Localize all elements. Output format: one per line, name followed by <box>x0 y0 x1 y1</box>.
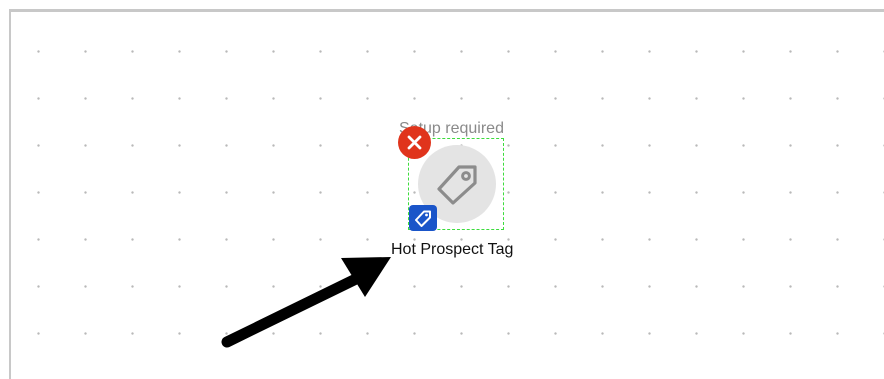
node-type-badge <box>409 205 437 231</box>
tag-icon <box>415 210 431 227</box>
close-icon <box>407 135 422 150</box>
node-label[interactable]: Hot Prospect Tag <box>391 240 513 260</box>
arrow-icon <box>221 257 391 348</box>
remove-node-button[interactable] <box>398 126 431 159</box>
tag-icon <box>437 165 477 205</box>
